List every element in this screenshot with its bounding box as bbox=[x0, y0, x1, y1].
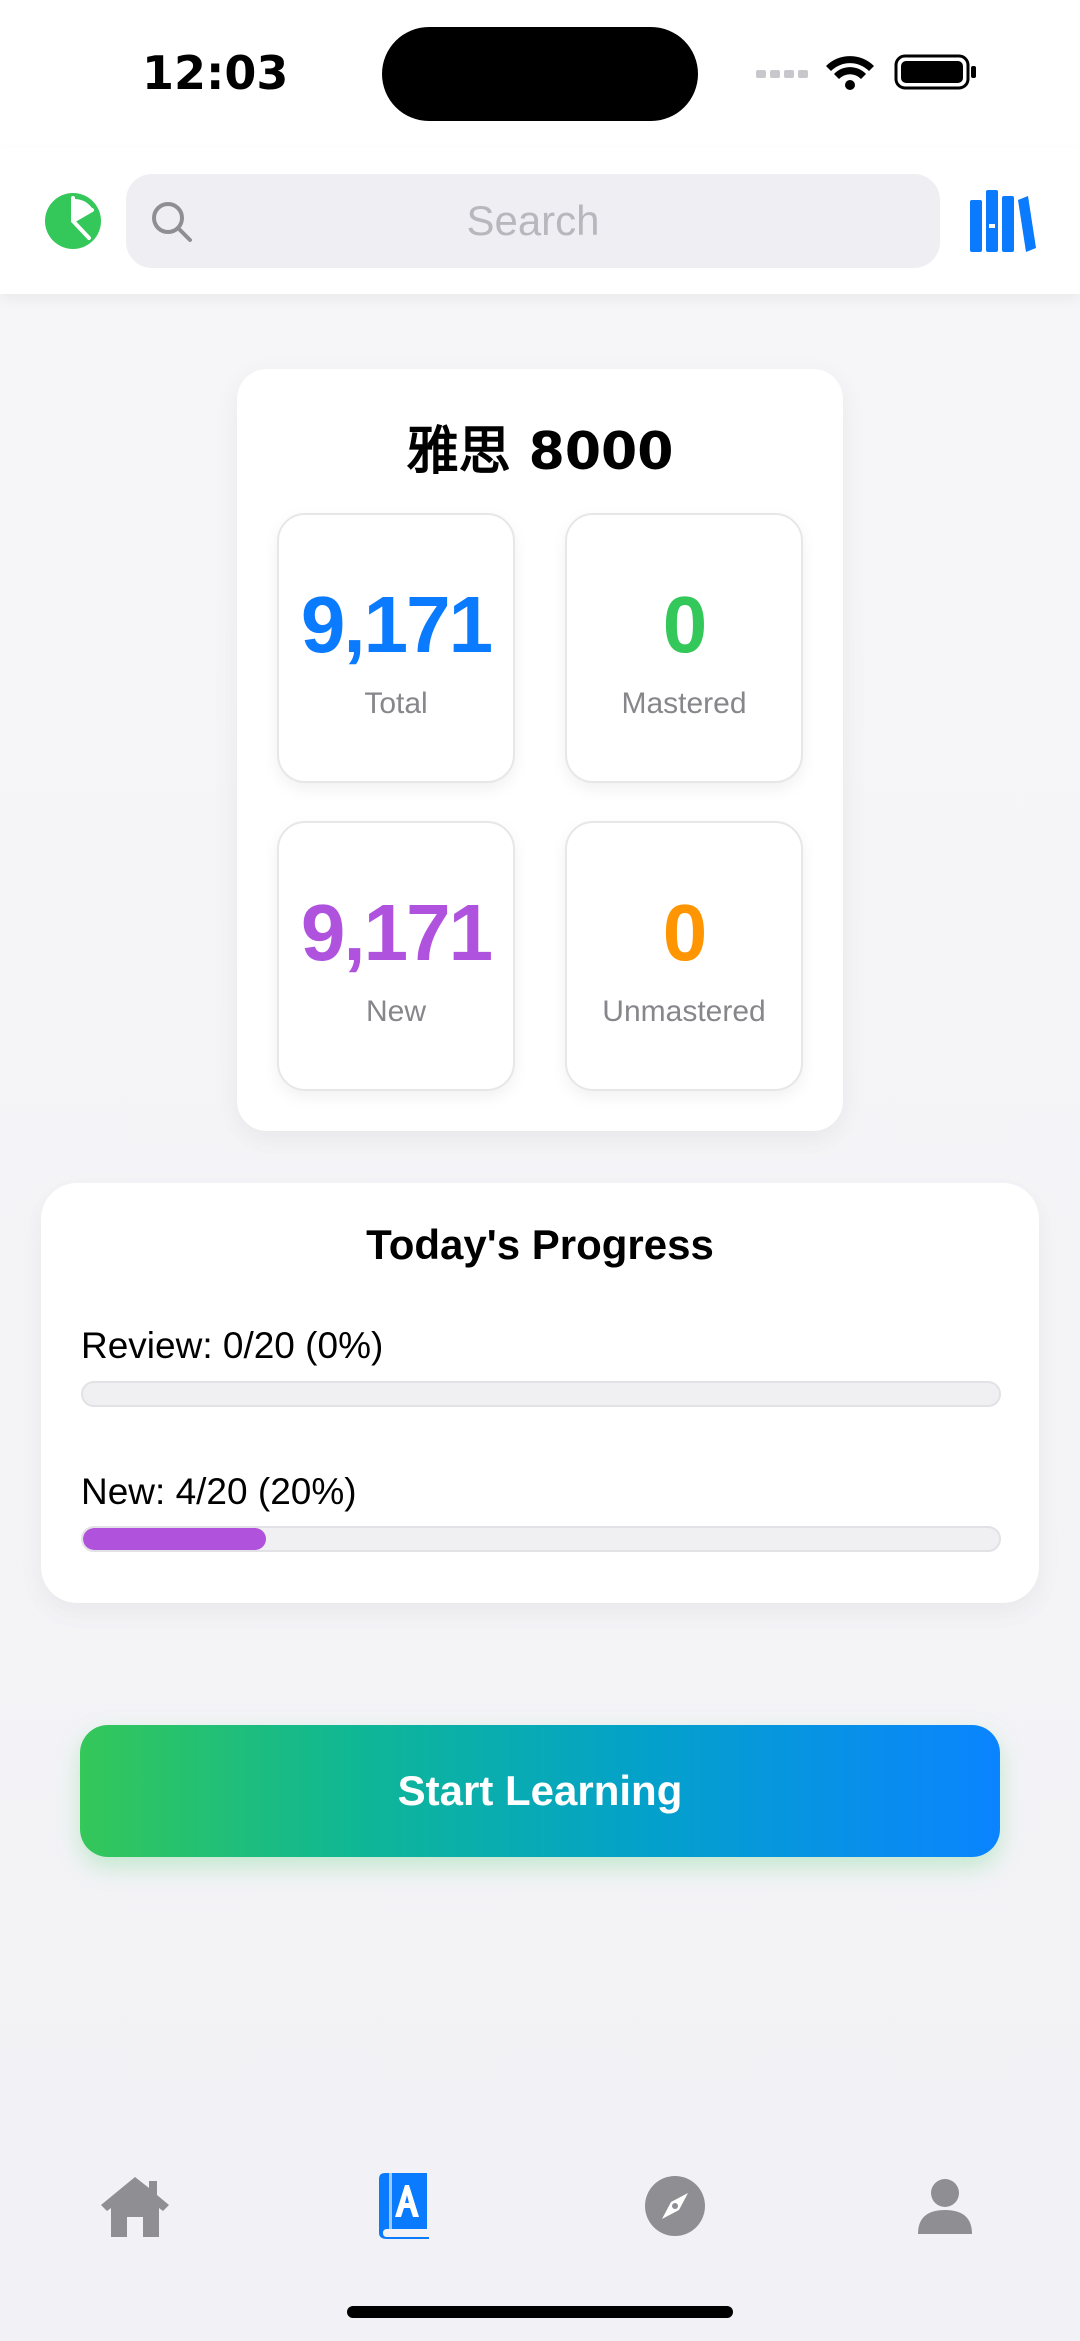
tab-learn[interactable] bbox=[345, 2146, 465, 2266]
new-progress-bar bbox=[81, 1526, 1001, 1552]
stat-total[interactable]: 9,171 Total bbox=[277, 513, 515, 783]
deck-title: 雅思 8000 bbox=[406, 422, 674, 482]
tab-explore[interactable] bbox=[615, 2146, 735, 2266]
stat-mastered[interactable]: 0 Mastered bbox=[565, 513, 803, 783]
status-bar: 12:03 bbox=[0, 0, 1080, 148]
status-icons bbox=[756, 54, 976, 90]
top-header bbox=[0, 148, 1080, 294]
new-progress-label: New: 4/20 (20%) bbox=[81, 1471, 357, 1512]
compass-icon bbox=[645, 2176, 705, 2236]
review-progress-bar bbox=[81, 1381, 1001, 1407]
start-learning-button[interactable]: Start Learning bbox=[80, 1725, 1000, 1857]
stat-total-value: 9,171 bbox=[300, 580, 493, 669]
stat-unmastered-label: Unmastered bbox=[602, 995, 766, 1028]
cellular-signal-icon bbox=[756, 70, 808, 78]
tab-home[interactable] bbox=[75, 2146, 195, 2266]
stat-new-label: New bbox=[365, 995, 426, 1028]
wifi-icon bbox=[826, 56, 874, 90]
book-icon bbox=[379, 2173, 429, 2239]
stat-total-label: Total bbox=[364, 687, 428, 720]
stat-unmastered[interactable]: 0 Unmastered bbox=[565, 821, 803, 1091]
stat-new[interactable]: 9,171 New bbox=[277, 821, 515, 1091]
search-icon bbox=[152, 202, 192, 242]
todays-progress-card: Today's Progress Review: 0/20 (0%) New: … bbox=[41, 1183, 1039, 1603]
books-icon[interactable] bbox=[970, 190, 1036, 252]
pie-chart-icon[interactable] bbox=[44, 192, 102, 250]
dynamic-island bbox=[382, 27, 698, 121]
progress-title: Today's Progress bbox=[366, 1221, 714, 1268]
person-icon bbox=[918, 2179, 972, 2234]
stat-unmastered-value: 0 bbox=[662, 888, 708, 977]
app-screen: 12:03 Search 雅思 8000 9,171 Total 0 Maste… bbox=[0, 0, 1080, 2341]
stat-new-value: 9,171 bbox=[300, 888, 493, 977]
stat-mastered-value: 0 bbox=[662, 580, 708, 669]
deck-stats-card: 雅思 8000 9,171 Total 0 Mastered 9,171 New… bbox=[237, 369, 843, 1131]
home-indicator bbox=[347, 2306, 733, 2318]
search-bar[interactable] bbox=[126, 174, 940, 268]
new-progress-fill bbox=[83, 1528, 267, 1550]
battery-icon bbox=[894, 54, 976, 90]
house-icon bbox=[101, 2177, 169, 2237]
stat-mastered-label: Mastered bbox=[621, 687, 747, 720]
status-time: 12:03 bbox=[142, 46, 289, 100]
review-progress-label: Review: 0/20 (0%) bbox=[81, 1325, 384, 1366]
tab-profile[interactable] bbox=[885, 2146, 1005, 2266]
search-input[interactable] bbox=[206, 174, 860, 268]
